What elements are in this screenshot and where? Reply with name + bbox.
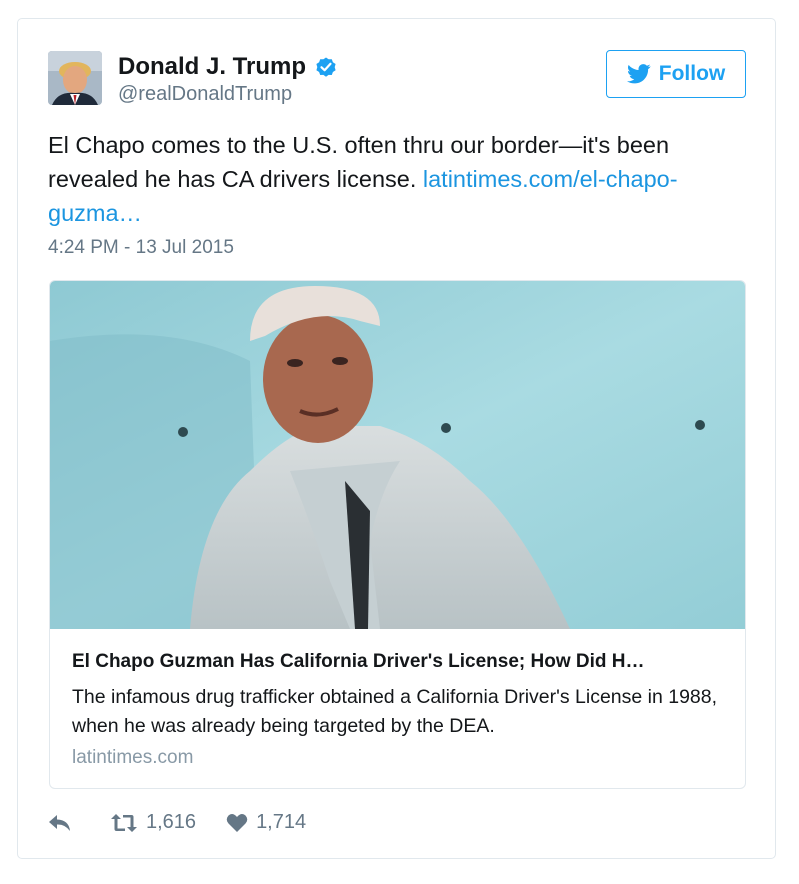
author-name-row: Donald J. Trump: [118, 53, 338, 81]
link-preview-image: [50, 281, 745, 629]
tweet-card: Donald J. Trump @realDonaldTrump Follow …: [17, 18, 776, 859]
like-button[interactable]: 1,714: [226, 811, 306, 834]
author-handle[interactable]: @realDonaldTrump: [118, 83, 292, 106]
tweet-timestamp[interactable]: 4:24 PM - 13 Jul 2015: [48, 237, 234, 259]
avatar-image: [48, 51, 102, 105]
reply-button[interactable]: [48, 814, 80, 832]
tweet-actions: 1,616 1,714: [48, 811, 336, 834]
follow-label: Follow: [658, 62, 726, 85]
twitter-bird-icon: [626, 64, 651, 84]
retweet-count: 1,616: [146, 811, 197, 833]
verified-badge-icon: [316, 57, 336, 77]
link-preview-card[interactable]: El Chapo Guzman Has California Driver's …: [49, 280, 746, 789]
heart-icon: [226, 813, 248, 832]
reply-icon: [49, 814, 70, 831]
avatar[interactable]: [48, 51, 102, 105]
follow-button[interactable]: Follow: [606, 50, 746, 98]
link-domain: latintimes.com: [72, 747, 194, 768]
like-count: 1,714: [256, 811, 307, 833]
link-title: El Chapo Guzman Has California Driver's …: [72, 651, 645, 672]
author-name[interactable]: Donald J. Trump: [118, 53, 306, 81]
tweet-text: El Chapo comes to the U.S. often thru ou…: [48, 128, 728, 230]
retweet-icon: [111, 813, 137, 832]
link-description: The infamous drug trafficker obtained a …: [72, 686, 718, 737]
retweet-button[interactable]: 1,616: [110, 811, 196, 834]
